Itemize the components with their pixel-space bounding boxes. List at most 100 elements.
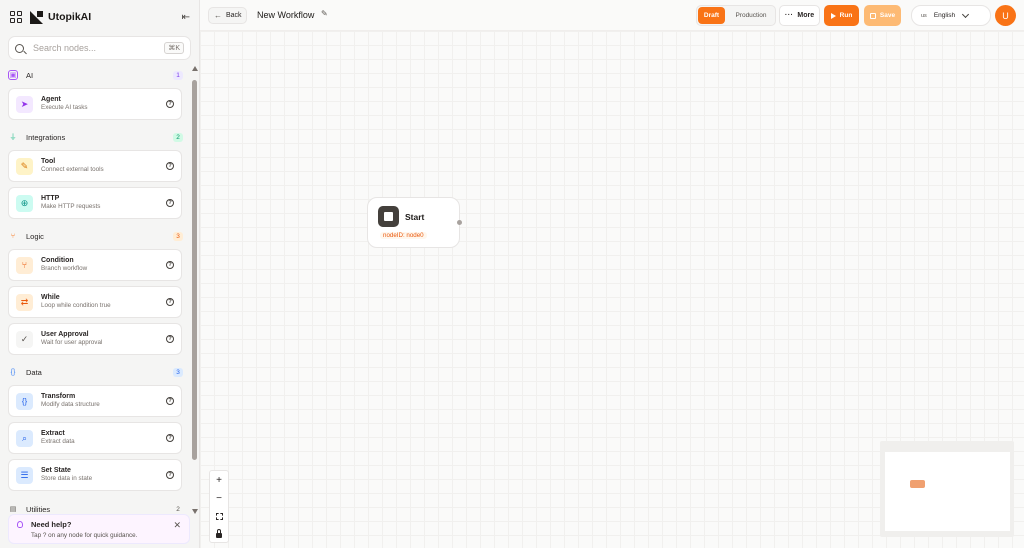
loop-icon: ⇄: [16, 293, 33, 311]
node-card-tool[interactable]: ✎ Tool Connect external tools ?: [8, 150, 182, 182]
fit-view-icon: [215, 512, 223, 520]
save-label: Save: [879, 12, 896, 19]
sidebar-scrollbar[interactable]: [191, 66, 199, 514]
scrollbar-thumb[interactable]: [192, 80, 197, 460]
branch-icon: ⑂: [16, 256, 33, 274]
minimap-viewport: [885, 452, 1010, 531]
apps-grid-icon[interactable]: [10, 11, 22, 23]
database-icon: ☰: [16, 466, 33, 484]
help-icon[interactable]: ?: [166, 100, 174, 108]
zoom-out-button[interactable]: −: [210, 489, 228, 507]
minimap[interactable]: [880, 441, 1014, 537]
category-label: AI: [26, 70, 34, 80]
node-title: HTTP: [41, 194, 60, 202]
lock-button[interactable]: [210, 525, 228, 543]
node-desc: Execute AI tasks: [41, 104, 88, 112]
zoom-in-button[interactable]: +: [210, 471, 228, 489]
collapse-sidebar-icon[interactable]: ⇤: [182, 12, 190, 23]
help-icon[interactable]: ?: [166, 335, 174, 343]
node-desc: Loop while condition true: [41, 302, 111, 310]
category-data[interactable]: {} Data 3: [8, 365, 183, 379]
stop-square-icon: [378, 206, 399, 227]
wrench-icon: ✎: [16, 157, 33, 175]
help-icon[interactable]: ?: [166, 471, 174, 479]
minus-icon: −: [216, 492, 222, 504]
workflow-title[interactable]: New Workflow: [257, 10, 314, 20]
language-select[interactable]: us English: [911, 5, 991, 26]
send-icon: ➤: [16, 95, 33, 113]
category-logic[interactable]: ⑂ Logic 3: [8, 229, 183, 243]
output-handle[interactable]: [457, 220, 462, 225]
plug-icon: ⏚: [9, 134, 17, 141]
draft-tab[interactable]: Draft: [698, 7, 725, 24]
help-text: Tap ? on any node for quick guidance.: [31, 532, 138, 539]
run-button[interactable]: Run: [824, 5, 859, 26]
flag-code: us: [921, 12, 927, 19]
node-label: Start: [405, 212, 425, 222]
utopik-logo-icon: [30, 10, 43, 24]
node-desc: Wait for user approval: [41, 339, 103, 347]
language-label: English: [933, 12, 956, 19]
scroll-up-arrow-icon[interactable]: [192, 66, 198, 71]
help-icon[interactable]: ?: [166, 199, 174, 207]
help-icon[interactable]: ?: [166, 397, 174, 405]
fit-view-button[interactable]: [210, 507, 228, 525]
chevron-down-icon: [962, 10, 970, 18]
node-card-set-state[interactable]: ☰ Set State Store data in state ?: [8, 459, 182, 491]
category-integrations[interactable]: ⏚ Integrations 2: [8, 130, 183, 144]
help-icon[interactable]: ?: [166, 162, 174, 170]
production-tab[interactable]: Production: [727, 7, 775, 24]
node-card-agent[interactable]: ➤ Agent Execute AI tasks ?: [8, 88, 182, 120]
category-label: Data: [26, 367, 42, 377]
help-title: Need help?: [31, 520, 72, 529]
search-box: ⌘K: [8, 36, 191, 60]
avatar[interactable]: U: [995, 5, 1016, 26]
node-desc: Extract data: [41, 438, 75, 446]
node-card-while[interactable]: ⇄ While Loop while condition true ?: [8, 286, 182, 318]
more-button[interactable]: ··· More: [779, 5, 820, 26]
help-icon[interactable]: ?: [166, 261, 174, 269]
node-title: While: [41, 293, 60, 301]
braces-icon: {}: [10, 368, 16, 376]
category-label: Integrations: [26, 132, 66, 142]
node-list: ▣ AI 1 ➤ Agent Execute AI tasks ? ⏚ Inte…: [0, 64, 190, 514]
node-desc: Make HTTP requests: [41, 203, 101, 211]
back-button[interactable]: ← Back: [208, 7, 247, 24]
category-label: Utilities: [26, 504, 51, 514]
lock-icon: [216, 529, 222, 538]
node-desc: Connect external tools: [41, 166, 104, 174]
check-circle-icon: ✓: [16, 330, 33, 348]
plus-icon: +: [216, 474, 222, 486]
arrow-left-icon: ←: [214, 11, 222, 20]
top-toolbar: ← Back New Workflow ✎ Draft Production ·…: [200, 0, 1024, 31]
play-icon: [830, 12, 836, 19]
save-button[interactable]: Save: [864, 5, 901, 26]
environment-toggle: Draft Production: [696, 5, 776, 26]
shortcut-badge: ⌘K: [164, 42, 184, 54]
zoom-controls: + −: [209, 470, 229, 543]
category-count: 3: [173, 367, 183, 377]
workflow-canvas[interactable]: Start nodeID: node0 + −: [200, 31, 1024, 548]
help-icon[interactable]: ?: [166, 434, 174, 442]
start-node[interactable]: Start nodeID: node0: [367, 197, 462, 248]
more-label: More: [797, 12, 815, 19]
node-card-condition[interactable]: ⑂ Condition Branch workflow ?: [8, 249, 182, 281]
scroll-down-arrow-icon[interactable]: [192, 509, 198, 514]
node-card-transform[interactable]: {} Transform Modify data structure ?: [8, 385, 182, 417]
node-card-user-approval[interactable]: ✓ User Approval Wait for user approval ?: [8, 323, 182, 355]
minimap-node: [910, 480, 925, 488]
save-icon: [869, 12, 876, 19]
help-icon[interactable]: ?: [166, 298, 174, 306]
close-icon[interactable]: ✕: [173, 520, 181, 531]
category-utilities[interactable]: ▤ Utilities 2: [8, 502, 183, 514]
lightbulb-icon: [17, 521, 23, 528]
pencil-icon[interactable]: ✎: [321, 9, 328, 18]
search-input[interactable]: [33, 43, 158, 53]
category-ai[interactable]: ▣ AI 1: [8, 68, 183, 82]
file-icon: ▤: [9, 506, 17, 513]
node-desc: Modify data structure: [41, 401, 100, 409]
braces-icon: {}: [16, 392, 33, 410]
brand-row: UtopikAI ⇤: [0, 0, 200, 34]
node-card-extract[interactable]: ⌕ Extract Extract data ?: [8, 422, 182, 454]
node-card-http[interactable]: ⊕ HTTP Make HTTP requests ?: [8, 187, 182, 219]
